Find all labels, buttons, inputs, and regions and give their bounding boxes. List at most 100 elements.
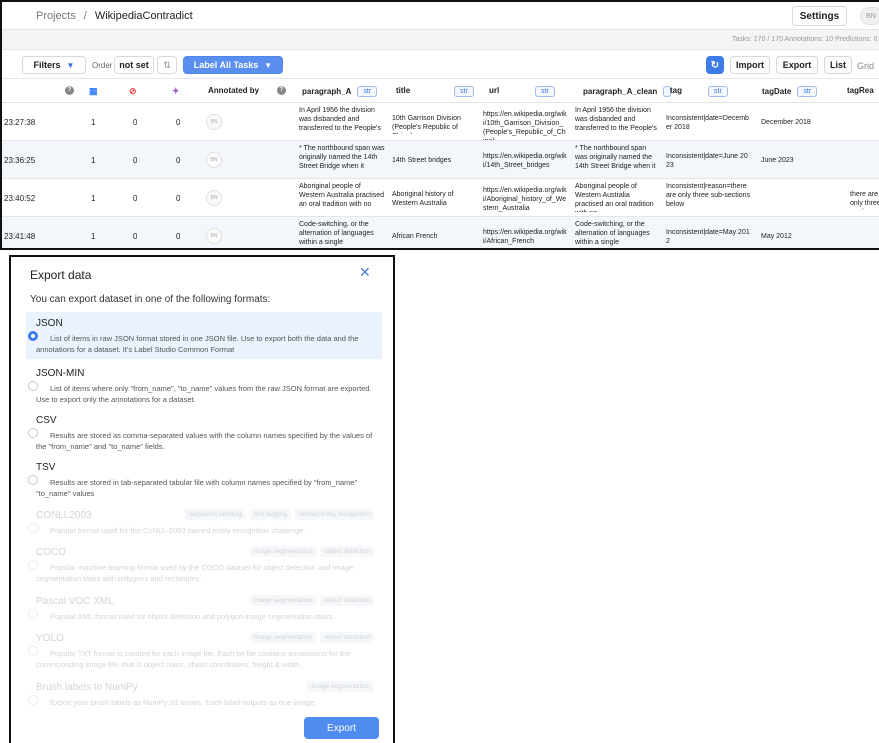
predictions-icon[interactable]: ✦: [172, 86, 180, 97]
table-row[interactable]: 23:27:38 1 0 0 BN In April 1956 the divi…: [2, 103, 879, 141]
row-url[interactable]: https://en.wikipedia.org/wiki/14th_Stree…: [483, 152, 567, 172]
row-title: African French: [392, 233, 438, 240]
row-time: 23:41:48: [4, 232, 36, 241]
format-tag: image segmentation: [249, 595, 317, 606]
annotator-avatar: BN: [206, 228, 222, 244]
type-badge: str: [797, 86, 818, 97]
refresh-icon[interactable]: ↻: [706, 56, 724, 74]
chevron-down-icon: ▼: [66, 60, 75, 70]
format-option-tsv[interactable]: TSV Results are stored in tab-separated …: [26, 456, 382, 503]
grid-view-tab[interactable]: Grid: [857, 61, 874, 71]
table-row[interactable]: 23:36:25 1 0 0 BN * The northbound span …: [2, 141, 879, 179]
tagdate-label: tagDate: [762, 87, 792, 96]
row-title: 14th Street bridges: [392, 157, 452, 164]
url-label: url: [489, 86, 500, 95]
format-tag: text tagging: [249, 509, 292, 520]
format-name: COCO: [36, 547, 66, 558]
filters-button[interactable]: Filters ▼: [22, 56, 86, 74]
chevron-down-icon[interactable]: ▼: [264, 61, 272, 70]
help-icon[interactable]: ?: [277, 86, 286, 95]
format-tag: image segmentation: [249, 546, 317, 557]
format-tags: image segmentation object detection: [249, 632, 374, 643]
export-button[interactable]: Export: [776, 56, 818, 74]
format-option-json[interactable]: JSON List of items in raw JSON format st…: [26, 312, 382, 359]
column-paragraph-a[interactable]: paragraph_A str: [302, 86, 378, 97]
title-label: title: [396, 86, 411, 95]
format-tags: image segmentation object detection: [249, 546, 374, 557]
column-tag[interactable]: tag: [670, 86, 682, 95]
format-tags: image segmentation object detection: [249, 595, 374, 606]
format-name: Pascal VOC XML: [36, 596, 114, 607]
row-tagreason: [850, 152, 879, 172]
column-title[interactable]: title: [396, 86, 410, 95]
row-tag: Inconsistent|date=June 2023: [666, 153, 748, 169]
format-option-conll2003: CONLL2003 sequence labeling text tagging…: [26, 504, 382, 540]
order-select[interactable]: not set: [114, 56, 154, 74]
help-icon[interactable]: ?: [65, 86, 74, 95]
row-annotations: 1: [91, 194, 96, 203]
row-url[interactable]: https://en.wikipedia.org/wiki/African_Fr…: [483, 228, 567, 248]
row-tag: Inconsistent|date=May 2012: [666, 229, 750, 245]
format-name: JSON-MIN: [36, 368, 85, 379]
format-option-brush-numpy: Brush labels to NumPy image segmentation…: [26, 676, 382, 708]
row-time: 23:36:25: [4, 156, 36, 165]
label-all-label: Label All Tasks: [193, 60, 259, 70]
export-dialog: Export data ✕ You can export dataset in …: [9, 255, 395, 743]
row-url[interactable]: https://en.wikipedia.org/wiki/Aboriginal…: [483, 186, 567, 216]
column-tagdate[interactable]: tagDate str: [762, 86, 818, 97]
dialog-subtitle: You can export dataset in one of the fol…: [30, 294, 271, 305]
list-view-tab[interactable]: List: [824, 56, 852, 74]
row-cancelled: 0: [133, 156, 138, 165]
column-tagreason[interactable]: tagRea: [847, 86, 874, 95]
sort-direction-icon[interactable]: ⇅: [157, 56, 177, 74]
tag-label: tag: [670, 86, 682, 95]
import-button[interactable]: Import: [730, 56, 770, 74]
user-avatar[interactable]: BN: [860, 7, 879, 25]
project-stats: Tasks: 170 / 170 Annotations: 10 Predict…: [732, 36, 878, 43]
format-description: Popular machine learning format used by …: [36, 563, 354, 583]
row-paragraph-a: * The northbound span was originally nam…: [299, 145, 385, 170]
breadcrumb-project[interactable]: WikipediaContradict: [95, 10, 193, 22]
table-row[interactable]: 23:41:48 1 0 0 BN Code-switching, or the…: [2, 217, 879, 248]
breadcrumb-projects[interactable]: Projects: [36, 10, 76, 22]
format-name: TSV: [36, 462, 56, 473]
stats-bar: Tasks: 170 / 170 Annotations: 10 Predict…: [2, 30, 879, 50]
row-tag: Inconsistent|reason=there are only three…: [666, 183, 751, 208]
total-annotations-icon[interactable]: ▦: [89, 86, 98, 97]
format-description: List of items in raw JSON format stored …: [36, 334, 359, 354]
row-time: 23:27:38: [4, 118, 36, 127]
row-tag: Inconsistent|date=December 2018: [666, 115, 749, 131]
row-tagreason: [850, 228, 879, 248]
format-tags: sequence labeling text tagging named ent…: [185, 509, 374, 520]
row-tagdate: June 2023: [761, 157, 794, 164]
format-tag: object detection: [320, 595, 374, 606]
format-option-csv[interactable]: CSV Results are stored as comma-separate…: [26, 409, 382, 456]
row-tagreason: there are only three sections b: [850, 191, 879, 210]
cancelled-icon[interactable]: ⊘: [129, 86, 137, 97]
format-description: Popular XML format used for object detec…: [50, 612, 335, 621]
export-confirm-button[interactable]: Export: [304, 717, 379, 739]
row-cancelled: 0: [133, 232, 138, 241]
annotator-avatar: BN: [206, 114, 222, 130]
paragraph-a-label: paragraph_A: [302, 87, 352, 96]
column-annotated-by[interactable]: Annotated by: [208, 86, 259, 95]
column-url[interactable]: url: [489, 86, 499, 95]
format-description: Results are stored in tab-separated tabu…: [36, 478, 358, 498]
row-time: 23:40:52: [4, 194, 36, 203]
paragraph-a-clean-label: paragraph_A_clean: [583, 87, 658, 96]
format-tag: named entity recognition: [295, 509, 374, 520]
format-option-json-min[interactable]: JSON-MIN List of items where only "from_…: [26, 362, 382, 409]
toolbar: Filters ▼ Order not set ⇅ Label All Task…: [2, 51, 879, 79]
row-url[interactable]: https://en.wikipedia.org/wiki/10th_Garri…: [483, 110, 567, 140]
top-bar: Projects / WikipediaContradict Settings …: [2, 2, 879, 30]
table-row[interactable]: 23:40:52 1 0 0 BN Aboriginal people of W…: [2, 179, 879, 217]
settings-button[interactable]: Settings: [792, 6, 847, 26]
row-paragraph-a-clean: In April 1956 the division was disbanded…: [575, 107, 657, 132]
row-predictions: 0: [176, 118, 181, 127]
close-icon[interactable]: ✕: [359, 264, 371, 281]
row-paragraph-a: In April 1956 the division was disbanded…: [299, 107, 381, 132]
label-all-tasks-button[interactable]: Label All Tasks ▼: [183, 56, 283, 74]
dialog-title: Export data: [30, 268, 92, 282]
breadcrumb: Projects / WikipediaContradict: [36, 10, 193, 22]
column-paragraph-a-clean[interactable]: paragraph_A_clean: [583, 86, 672, 97]
